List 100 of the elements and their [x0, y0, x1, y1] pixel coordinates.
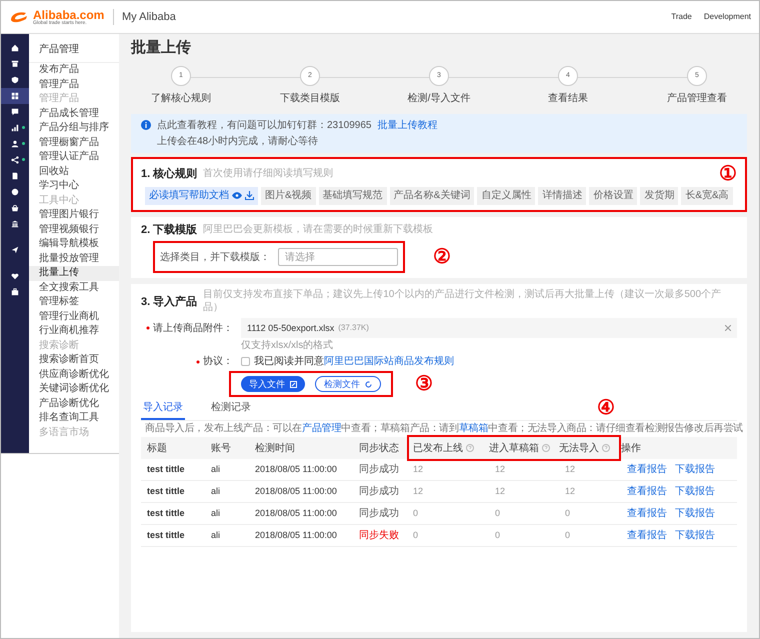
rule-chip[interactable]: 长&宽&高 — [681, 186, 733, 205]
status-text: 同步成功 — [359, 462, 400, 478]
report-link[interactable]: 下载报告 — [675, 528, 715, 544]
table-cell-text: test tittle — [147, 463, 186, 476]
import-file-button[interactable]: 导入文件 — [241, 376, 305, 392]
menu-group-label: 管理产品 — [38, 92, 80, 106]
annotation-number: ④ — [597, 398, 615, 418]
note-text: 中查看；草稿箱产品：请到 — [341, 423, 459, 434]
file-size: (37.37K) — [338, 322, 369, 334]
rule-chip[interactable]: 基础填写规范 — [318, 186, 387, 205]
sidebar-item[interactable]: 学习中心 — [29, 179, 119, 194]
eye-icon[interactable] — [232, 192, 242, 200]
sidebar-item[interactable]: 产品成长管理 — [29, 106, 119, 121]
sidebar-item[interactable]: 管理行业商机 — [29, 310, 119, 324]
section-title: 3. 导入产品 — [141, 294, 198, 310]
sidebar-item[interactable]: 批量上传 — [29, 266, 119, 280]
sidebar-item[interactable]: 管理产品 — [29, 78, 119, 92]
report-link[interactable]: 下载报告 — [675, 484, 715, 500]
report-link[interactable]: 下载报告 — [675, 462, 715, 478]
sidebar-item[interactable]: 行业商机推荐 — [29, 324, 119, 338]
sidebar-item[interactable]: 全文搜索工具 — [29, 280, 119, 295]
check-file-button[interactable]: 检测文件 — [315, 376, 381, 392]
help-doc-link[interactable]: 必读填写帮助文档 — [149, 188, 229, 204]
rule-chip[interactable]: 价格设置 — [589, 186, 638, 205]
table-cell-text: ali — [211, 507, 222, 520]
report-link[interactable]: 查看报告 — [627, 484, 667, 500]
rules-link[interactable]: 阿里巴巴国际站商品发布规则 — [324, 354, 454, 370]
section-hint: 目前仅支持发布直接下单品；建议先上传10个以内的产品进行文件检测，测试后再大批量上传（建议一次最多500个产品） — [203, 289, 722, 314]
sidebar-item[interactable]: 产品分组与排序 — [29, 121, 119, 136]
step-label: 查看结果 — [548, 92, 588, 106]
agree-checkbox[interactable] — [241, 357, 250, 366]
logo-icon — [9, 10, 29, 24]
rule-chip[interactable]: 自定义属性 — [477, 186, 536, 205]
note-link[interactable]: 产品管理 — [302, 423, 342, 434]
sidebar-item[interactable]: 排名查询工具 — [29, 411, 119, 426]
rule-chip[interactable]: 详情描述 — [538, 186, 586, 205]
category-select-field[interactable]: 请选择 — [278, 248, 398, 266]
sidebar-item[interactable]: 批量投放管理 — [29, 252, 119, 266]
upload-icon — [290, 380, 297, 388]
download-icon[interactable] — [245, 191, 254, 200]
report-link[interactable]: 查看报告 — [627, 506, 667, 522]
required-icon — [196, 360, 200, 364]
step-label: 了解核心规则 — [151, 92, 211, 106]
sidebar-item[interactable]: 搜索诊断首页 — [29, 353, 119, 368]
sidebar-item[interactable]: 回收站 — [29, 164, 119, 179]
section-title: 1. 核心规则 — [141, 166, 198, 182]
section-hint: 阿里巴巴会更新模板，请在需要的时候重新下载模板 — [203, 224, 434, 236]
column-header: 操作 — [621, 442, 641, 456]
sidebar-item[interactable]: 供应商诊断优化 — [29, 368, 119, 382]
step-label: 产品管理查看 — [667, 92, 727, 106]
sidebar-item[interactable]: 管理橱窗产品 — [29, 136, 119, 150]
table-cell-text: 2018/08/05 11:00:00 — [255, 485, 338, 498]
menu-group-label: 搜索诊断 — [38, 338, 80, 352]
table-cell-text: 12 — [565, 463, 576, 476]
briefcase-icon — [11, 288, 19, 296]
table-cell-text: 0 — [495, 529, 502, 542]
rule-chip[interactable]: 发货期 — [640, 186, 678, 205]
report-link[interactable]: 下载报告 — [675, 506, 715, 522]
shield-icon — [11, 76, 19, 84]
close-icon[interactable] — [725, 325, 731, 332]
nav-link[interactable]: Development — [704, 11, 751, 23]
file-field[interactable]: 1112 05-50export.xlsx (37.37K) — [241, 318, 737, 338]
sidebar-item[interactable]: 管理视频银行 — [29, 222, 119, 237]
chat-icon — [11, 108, 19, 116]
sidebar-item[interactable]: 编辑导航模板 — [29, 237, 119, 252]
bag-icon — [11, 204, 19, 212]
note-link[interactable]: 草稿箱 — [458, 423, 488, 434]
help-doc-chip[interactable]: 必读填写帮助文档 — [145, 186, 258, 205]
table-cell-text: ali — [211, 529, 222, 542]
column-header: 检测时间 — [255, 442, 295, 456]
sidebar-item[interactable]: 管理标签 — [29, 295, 119, 310]
document-icon — [11, 172, 19, 180]
records-tab[interactable]: 检测记录 — [209, 400, 253, 420]
rail-button[interactable] — [1, 88, 29, 104]
records-tab[interactable]: 导入记录 — [141, 400, 185, 420]
status-text: 同步成功 — [359, 506, 400, 522]
tutorial-link[interactable]: 批量上传教程 — [378, 118, 438, 133]
table-cell-text: test tittle — [147, 507, 186, 520]
section-hint: 首次使用请仔细阅读填写规则 — [203, 168, 334, 180]
note-text: 商品导入后，发布上线产品：可以在 — [145, 423, 302, 434]
globe-icon — [11, 188, 19, 196]
report-link[interactable]: 查看报告 — [627, 528, 667, 544]
rule-chip[interactable]: 产品名称&关键词 — [390, 186, 474, 205]
share-icon — [11, 156, 19, 164]
bank-icon — [11, 220, 19, 228]
sidebar-item[interactable]: 产品诊断优化 — [29, 396, 119, 411]
menu-group-label: 工具中心 — [38, 194, 80, 208]
nav-link[interactable]: Trade — [671, 11, 692, 23]
sidebar-item[interactable]: 管理图片银行 — [29, 208, 119, 222]
sidebar-item[interactable]: 管理认证产品 — [29, 150, 119, 164]
rule-chip[interactable]: 图片&视频 — [261, 186, 316, 205]
home-icon — [11, 44, 19, 52]
chart-icon — [11, 124, 19, 132]
table-cell-text: 0 — [565, 529, 572, 542]
sidebar-item[interactable]: 关键词诊断优化 — [29, 382, 119, 396]
table-cell-text: 2018/08/05 11:00:00 — [255, 529, 338, 542]
notice-text: 上传会在48小时内完成，请耐心等待 — [156, 134, 320, 149]
sidebar-item[interactable]: 发布产品 — [29, 63, 119, 78]
column-header: 已发布上线 — [413, 442, 463, 456]
report-link[interactable]: 查看报告 — [627, 462, 667, 478]
